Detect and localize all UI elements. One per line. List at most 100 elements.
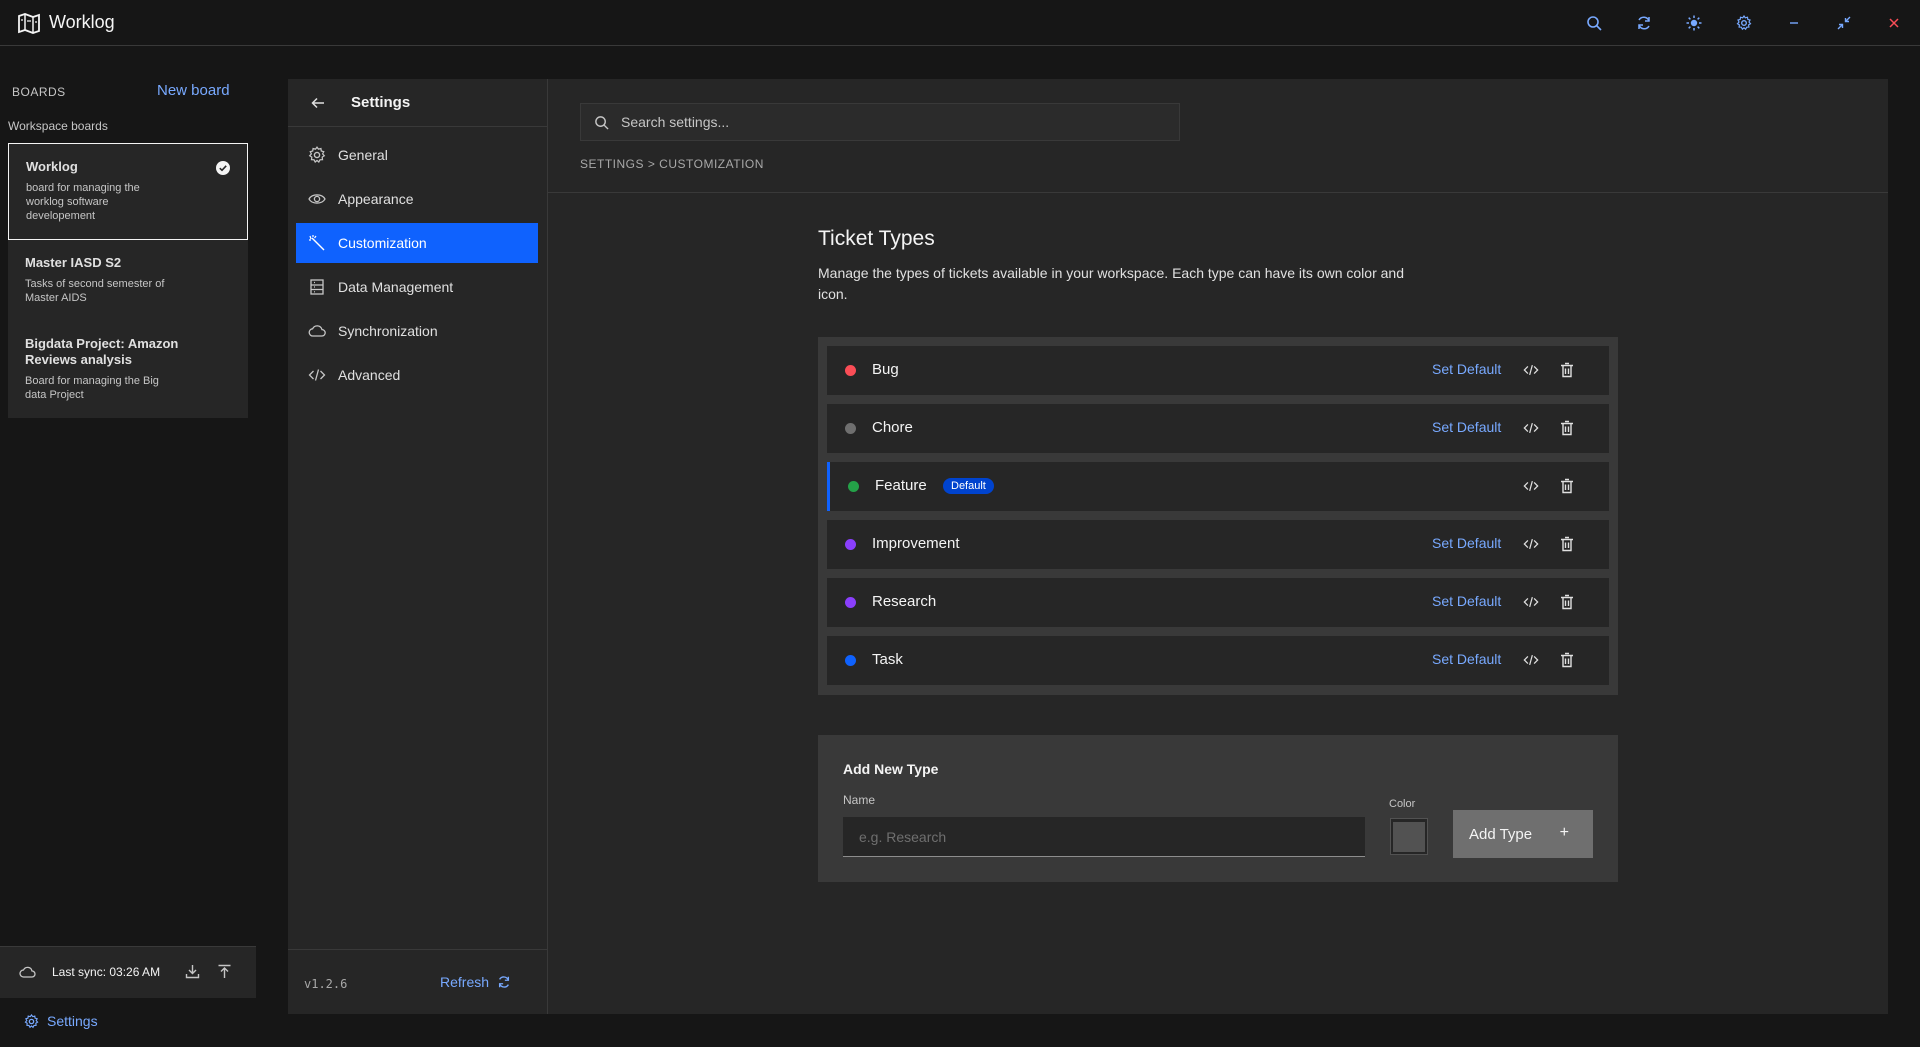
nav-item-customization[interactable]: Customization <box>296 223 538 263</box>
color-picker[interactable] <box>1390 818 1428 855</box>
board-description: board for managing the worklog software … <box>26 182 140 222</box>
type-name: Bug <box>872 361 899 378</box>
section-description: Manage the types of tickets available in… <box>818 265 1404 302</box>
set-default-button[interactable]: Set Default <box>1432 361 1501 377</box>
code-icon[interactable] <box>1522 477 1540 495</box>
default-badge: Default <box>943 478 994 494</box>
nav-item-advanced[interactable]: Advanced <box>296 355 538 395</box>
code-icon[interactable] <box>1522 361 1540 379</box>
trash-icon[interactable] <box>1558 477 1576 495</box>
refresh-icon <box>497 975 511 989</box>
ticket-types-list: Bug Set Default Chore Set Default Featur… <box>818 337 1618 695</box>
upload-icon[interactable] <box>217 964 232 979</box>
settings-header: Settings <box>288 79 548 127</box>
code-icon[interactable] <box>1522 535 1540 553</box>
board-title: Worklog <box>26 159 78 174</box>
sidebar-settings-link[interactable]: Settings <box>24 1013 98 1029</box>
nav-item-label: General <box>338 147 388 163</box>
eye-icon <box>308 190 326 208</box>
set-default-button[interactable]: Set Default <box>1432 419 1501 435</box>
type-color-dot <box>845 539 856 550</box>
app-logo-icon <box>17 12 41 34</box>
name-label: Name <box>843 793 876 807</box>
set-default-button[interactable]: Set Default <box>1432 593 1501 609</box>
nav-item-label: Synchronization <box>338 323 438 339</box>
type-name: Improvement <box>872 535 960 552</box>
code-icon[interactable] <box>1522 419 1540 437</box>
close-icon[interactable] <box>1882 11 1906 35</box>
theme-sun-icon[interactable] <box>1682 11 1706 35</box>
type-name: Feature <box>875 477 927 494</box>
section-title: Ticket Types <box>818 227 935 250</box>
add-new-type-panel: Add New Type Name Color Add Type + <box>818 735 1618 882</box>
board-title: Bigdata Project: Amazon Reviews analysis <box>25 336 179 367</box>
trash-icon[interactable] <box>1558 419 1576 437</box>
board-description: Board for managing the Big data Project <box>25 375 159 401</box>
type-color-dot <box>848 481 859 492</box>
gear-icon <box>24 1013 39 1029</box>
board-list: Worklog board for managing the worklog s… <box>8 143 248 418</box>
settings-nav-footer: v1.2.6 Refresh <box>288 949 548 1014</box>
gear-icon[interactable] <box>1732 11 1756 35</box>
board-card-worklog[interactable]: Worklog board for managing the worklog s… <box>8 143 248 240</box>
board-card-master-iasd[interactable]: Master IASD S2 Tasks of second semester … <box>8 240 248 321</box>
settings-title: Settings <box>351 94 411 111</box>
divider <box>548 192 1888 193</box>
settings-search-input[interactable] <box>621 114 1161 130</box>
trash-icon[interactable] <box>1558 535 1576 553</box>
back-arrow-icon[interactable] <box>310 95 326 111</box>
ticket-type-row-task: Task Set Default <box>827 636 1609 685</box>
set-default-button[interactable]: Set Default <box>1432 535 1501 551</box>
type-name: Task <box>872 651 903 668</box>
ticket-type-row-improvement: Improvement Set Default <box>827 520 1609 569</box>
nav-item-data-management[interactable]: Data Management <box>296 267 538 307</box>
checkmark-icon <box>215 160 231 176</box>
code-icon[interactable] <box>1522 593 1540 611</box>
ticket-type-row-bug: Bug Set Default <box>827 346 1609 395</box>
nav-item-label: Advanced <box>338 367 401 383</box>
type-name: Research <box>872 593 937 610</box>
set-default-button[interactable]: Set Default <box>1432 651 1501 667</box>
type-color-dot <box>845 655 856 666</box>
cloud-icon <box>308 322 326 340</box>
board-title: Master IASD S2 <box>25 255 122 270</box>
nav-item-appearance[interactable]: Appearance <box>296 179 538 219</box>
color-label: Color <box>1389 798 1416 810</box>
wand-icon <box>308 234 326 252</box>
refresh-label: Refresh <box>440 974 490 990</box>
type-color-dot <box>845 423 856 434</box>
download-icon[interactable] <box>185 964 200 979</box>
nav-item-synchronization[interactable]: Synchronization <box>296 311 538 351</box>
database-icon <box>308 278 326 296</box>
nav-item-general[interactable]: General <box>296 135 538 175</box>
settings-content: SETTINGS > CUSTOMIZATION Ticket Types Ma… <box>548 79 1888 1014</box>
boards-sidebar: BOARDS New board Workspace boards Worklo… <box>0 47 256 1047</box>
restore-icon[interactable] <box>1832 11 1856 35</box>
workspace-boards-label: Workspace boards <box>8 119 108 133</box>
type-name-input[interactable] <box>843 817 1365 857</box>
title-bar: Worklog <box>0 0 1920 46</box>
breadcrumb: SETTINGS > CUSTOMIZATION <box>580 157 764 171</box>
add-new-type-title: Add New Type <box>843 761 939 777</box>
trash-icon[interactable] <box>1558 651 1576 669</box>
settings-search-box <box>580 103 1180 141</box>
trash-icon[interactable] <box>1558 593 1576 611</box>
minimize-icon[interactable] <box>1782 11 1806 35</box>
settings-nav: Settings General Appearance Customizatio… <box>288 79 548 1014</box>
new-board-button[interactable]: New board <box>157 82 230 99</box>
refresh-button[interactable]: Refresh <box>440 974 511 990</box>
code-icon[interactable] <box>1522 651 1540 669</box>
search-icon[interactable] <box>1582 11 1606 35</box>
type-color-dot <box>845 365 856 376</box>
nav-item-label: Data Management <box>338 279 454 295</box>
board-description: Tasks of second semester of Master AIDS <box>25 278 165 304</box>
add-type-label: Add Type <box>1469 825 1533 843</box>
last-sync-text: Last sync: 03:26 AM <box>52 965 161 979</box>
ticket-type-row-research: Research Set Default <box>827 578 1609 627</box>
add-type-button[interactable]: Add Type + <box>1453 810 1593 858</box>
type-color-dot <box>845 597 856 608</box>
sync-icon[interactable] <box>1632 11 1656 35</box>
sync-status-bar: Last sync: 03:26 AM <box>0 946 256 998</box>
board-card-bigdata[interactable]: Bigdata Project: Amazon Reviews analysis… <box>8 321 248 418</box>
trash-icon[interactable] <box>1558 361 1576 379</box>
